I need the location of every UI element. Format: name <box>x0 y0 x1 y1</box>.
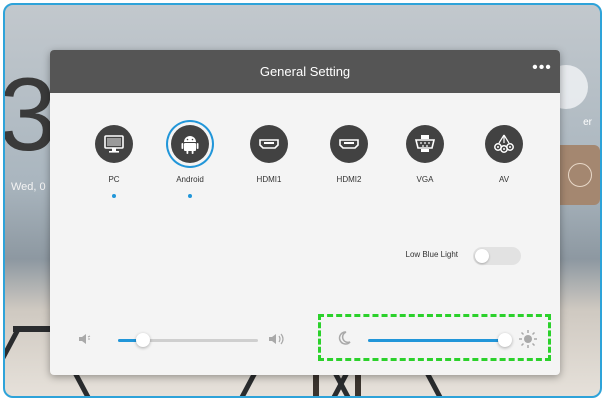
dialog-header: General Setting ••• <box>50 50 560 93</box>
source-label: HDMI2 <box>336 175 362 184</box>
monitor-icon <box>95 125 133 163</box>
source-pc-button[interactable]: PC <box>82 125 146 215</box>
more-options-button[interactable]: ••• <box>530 60 554 80</box>
source-hdmi1-button[interactable]: HDMI1 <box>237 125 301 215</box>
dialog-title: General Setting <box>259 64 351 79</box>
low-blue-light-toggle[interactable] <box>473 247 521 265</box>
android-icon <box>171 125 209 163</box>
vga-icon <box>406 125 444 163</box>
low-blue-light-label: Low Blue Light <box>405 250 458 259</box>
hdmi-icon <box>250 125 288 163</box>
volume-high-icon <box>268 331 286 352</box>
source-label: VGA <box>416 175 434 184</box>
source-label: AV <box>498 175 510 184</box>
source-hdmi2-button[interactable]: HDMI2 <box>317 125 381 215</box>
background-date: Wed, 0 <box>11 181 46 193</box>
background-widget-label: er <box>583 117 592 128</box>
source-label: HDMI1 <box>256 175 282 184</box>
selected-indicator-dot <box>188 194 192 198</box>
hdmi-icon <box>330 125 368 163</box>
source-android-button[interactable]: Android <box>158 125 222 215</box>
background-clock-digit: 3 <box>3 57 57 173</box>
source-vga-button[interactable]: VGA <box>393 125 457 215</box>
brightness-highlight-box <box>318 314 551 361</box>
volume-slider-thumb[interactable] <box>136 333 151 347</box>
selected-indicator-dot <box>112 194 116 198</box>
av-icon <box>485 125 523 163</box>
source-label: Android <box>176 175 204 184</box>
volume-slider[interactable] <box>118 333 258 347</box>
source-label: PC <box>108 175 120 184</box>
toggle-knob <box>475 249 489 263</box>
source-av-button[interactable]: AV <box>472 125 536 215</box>
volume-low-icon <box>78 332 94 351</box>
